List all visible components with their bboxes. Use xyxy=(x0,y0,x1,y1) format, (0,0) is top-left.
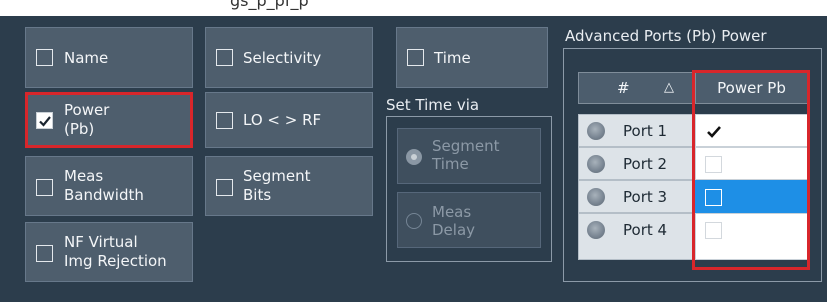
port-led-icon xyxy=(587,122,605,140)
power-pb-cell-3[interactable] xyxy=(695,180,808,213)
port-4-power-pb-checkbox[interactable] xyxy=(705,222,722,239)
segment-bits-label-line2: Bits xyxy=(243,186,272,204)
meas-delay-radio-button[interactable]: Meas Delay xyxy=(397,192,541,248)
segment-time-radio-button[interactable]: Segment Time xyxy=(397,128,541,184)
port-name: Port 2 xyxy=(623,155,668,173)
checkmark-icon xyxy=(707,126,721,138)
port-name: Port 1 xyxy=(623,122,668,140)
meas-bandwidth-label-line2: Bandwidth xyxy=(64,186,144,204)
clipped-caption: gs_p_pf_p xyxy=(230,0,309,10)
meas-delay-label-line1: Meas xyxy=(432,203,472,221)
col-power-label: Power Pb xyxy=(717,79,786,97)
port-2-power-pb-checkbox[interactable] xyxy=(705,156,722,173)
nf-virtual-label-line2: Img Rejection xyxy=(64,252,167,270)
col-header-number[interactable]: # △ xyxy=(578,72,695,104)
nf-virtual-checkbox[interactable] xyxy=(36,245,53,262)
port-name: Port 4 xyxy=(623,221,668,239)
segment-bits-label-line1: Segment xyxy=(243,167,311,185)
checkmark-icon xyxy=(39,116,51,127)
time-checkbox[interactable] xyxy=(407,49,424,66)
power-pb-cell-2[interactable] xyxy=(695,147,808,180)
meas-delay-radio[interactable] xyxy=(406,213,422,229)
meas-bandwidth-checkbox[interactable] xyxy=(36,179,53,196)
power-pb-checkbox[interactable] xyxy=(36,112,53,129)
nf-virtual-toggle-button[interactable]: NF Virtual Img Rejection xyxy=(25,222,193,282)
time-toggle-button[interactable]: Time xyxy=(396,27,548,88)
port-row-2[interactable]: Port 2 xyxy=(578,147,695,180)
lo-rf-label: LO < > RF xyxy=(243,111,322,129)
nf-virtual-label-line1: NF Virtual xyxy=(64,233,138,251)
meas-bandwidth-toggle-button[interactable]: Meas Bandwidth xyxy=(25,156,193,216)
port-row-4[interactable]: Port 4 xyxy=(578,213,695,260)
selectivity-toggle-button[interactable]: Selectivity xyxy=(205,27,373,88)
port-name: Port 3 xyxy=(623,188,668,206)
power-pb-label-line1: Power xyxy=(64,101,110,119)
segment-time-label-line2: Time xyxy=(432,155,469,173)
selectivity-label: Selectivity xyxy=(243,49,322,67)
meas-bandwidth-label-line1: Meas xyxy=(64,167,104,185)
segment-time-label-line1: Segment xyxy=(432,137,500,155)
power-pb-toggle-button[interactable]: Power (Pb) xyxy=(25,92,193,148)
port-led-icon xyxy=(587,221,605,239)
col-number-label: # xyxy=(617,79,630,97)
name-label: Name xyxy=(64,49,109,67)
time-label: Time xyxy=(434,49,471,67)
port-3-power-pb-checkbox[interactable] xyxy=(705,189,722,206)
sort-ascending-icon[interactable]: △ xyxy=(664,73,674,103)
selectivity-checkbox[interactable] xyxy=(216,49,233,66)
port-led-icon xyxy=(587,188,605,206)
port-led-icon xyxy=(587,155,605,173)
name-checkbox[interactable] xyxy=(36,49,53,66)
segment-time-radio[interactable] xyxy=(406,149,422,165)
segment-bits-checkbox[interactable] xyxy=(216,179,233,196)
advanced-ports-title: Advanced Ports (Pb) Power xyxy=(565,27,767,45)
set-time-via-title: Set Time via xyxy=(386,96,480,114)
top-strip: gs_p_pf_p xyxy=(0,0,827,16)
name-toggle-button[interactable]: Name xyxy=(25,27,193,88)
port-row-1[interactable]: Port 1 xyxy=(578,114,695,147)
lo-rf-checkbox[interactable] xyxy=(216,112,233,129)
power-pb-cell-4[interactable] xyxy=(695,213,808,260)
port-row-3[interactable]: Port 3 xyxy=(578,180,695,213)
lo-rf-toggle-button[interactable]: LO < > RF xyxy=(205,92,373,148)
power-pb-cell-1[interactable] xyxy=(695,114,808,147)
meas-delay-label-line2: Delay xyxy=(432,221,476,239)
segment-bits-toggle-button[interactable]: Segment Bits xyxy=(205,156,373,216)
power-pb-label-line2: (Pb) xyxy=(64,120,95,138)
port-1-power-pb-checkbox[interactable] xyxy=(705,123,722,140)
col-header-power-pb[interactable]: Power Pb xyxy=(695,72,808,104)
